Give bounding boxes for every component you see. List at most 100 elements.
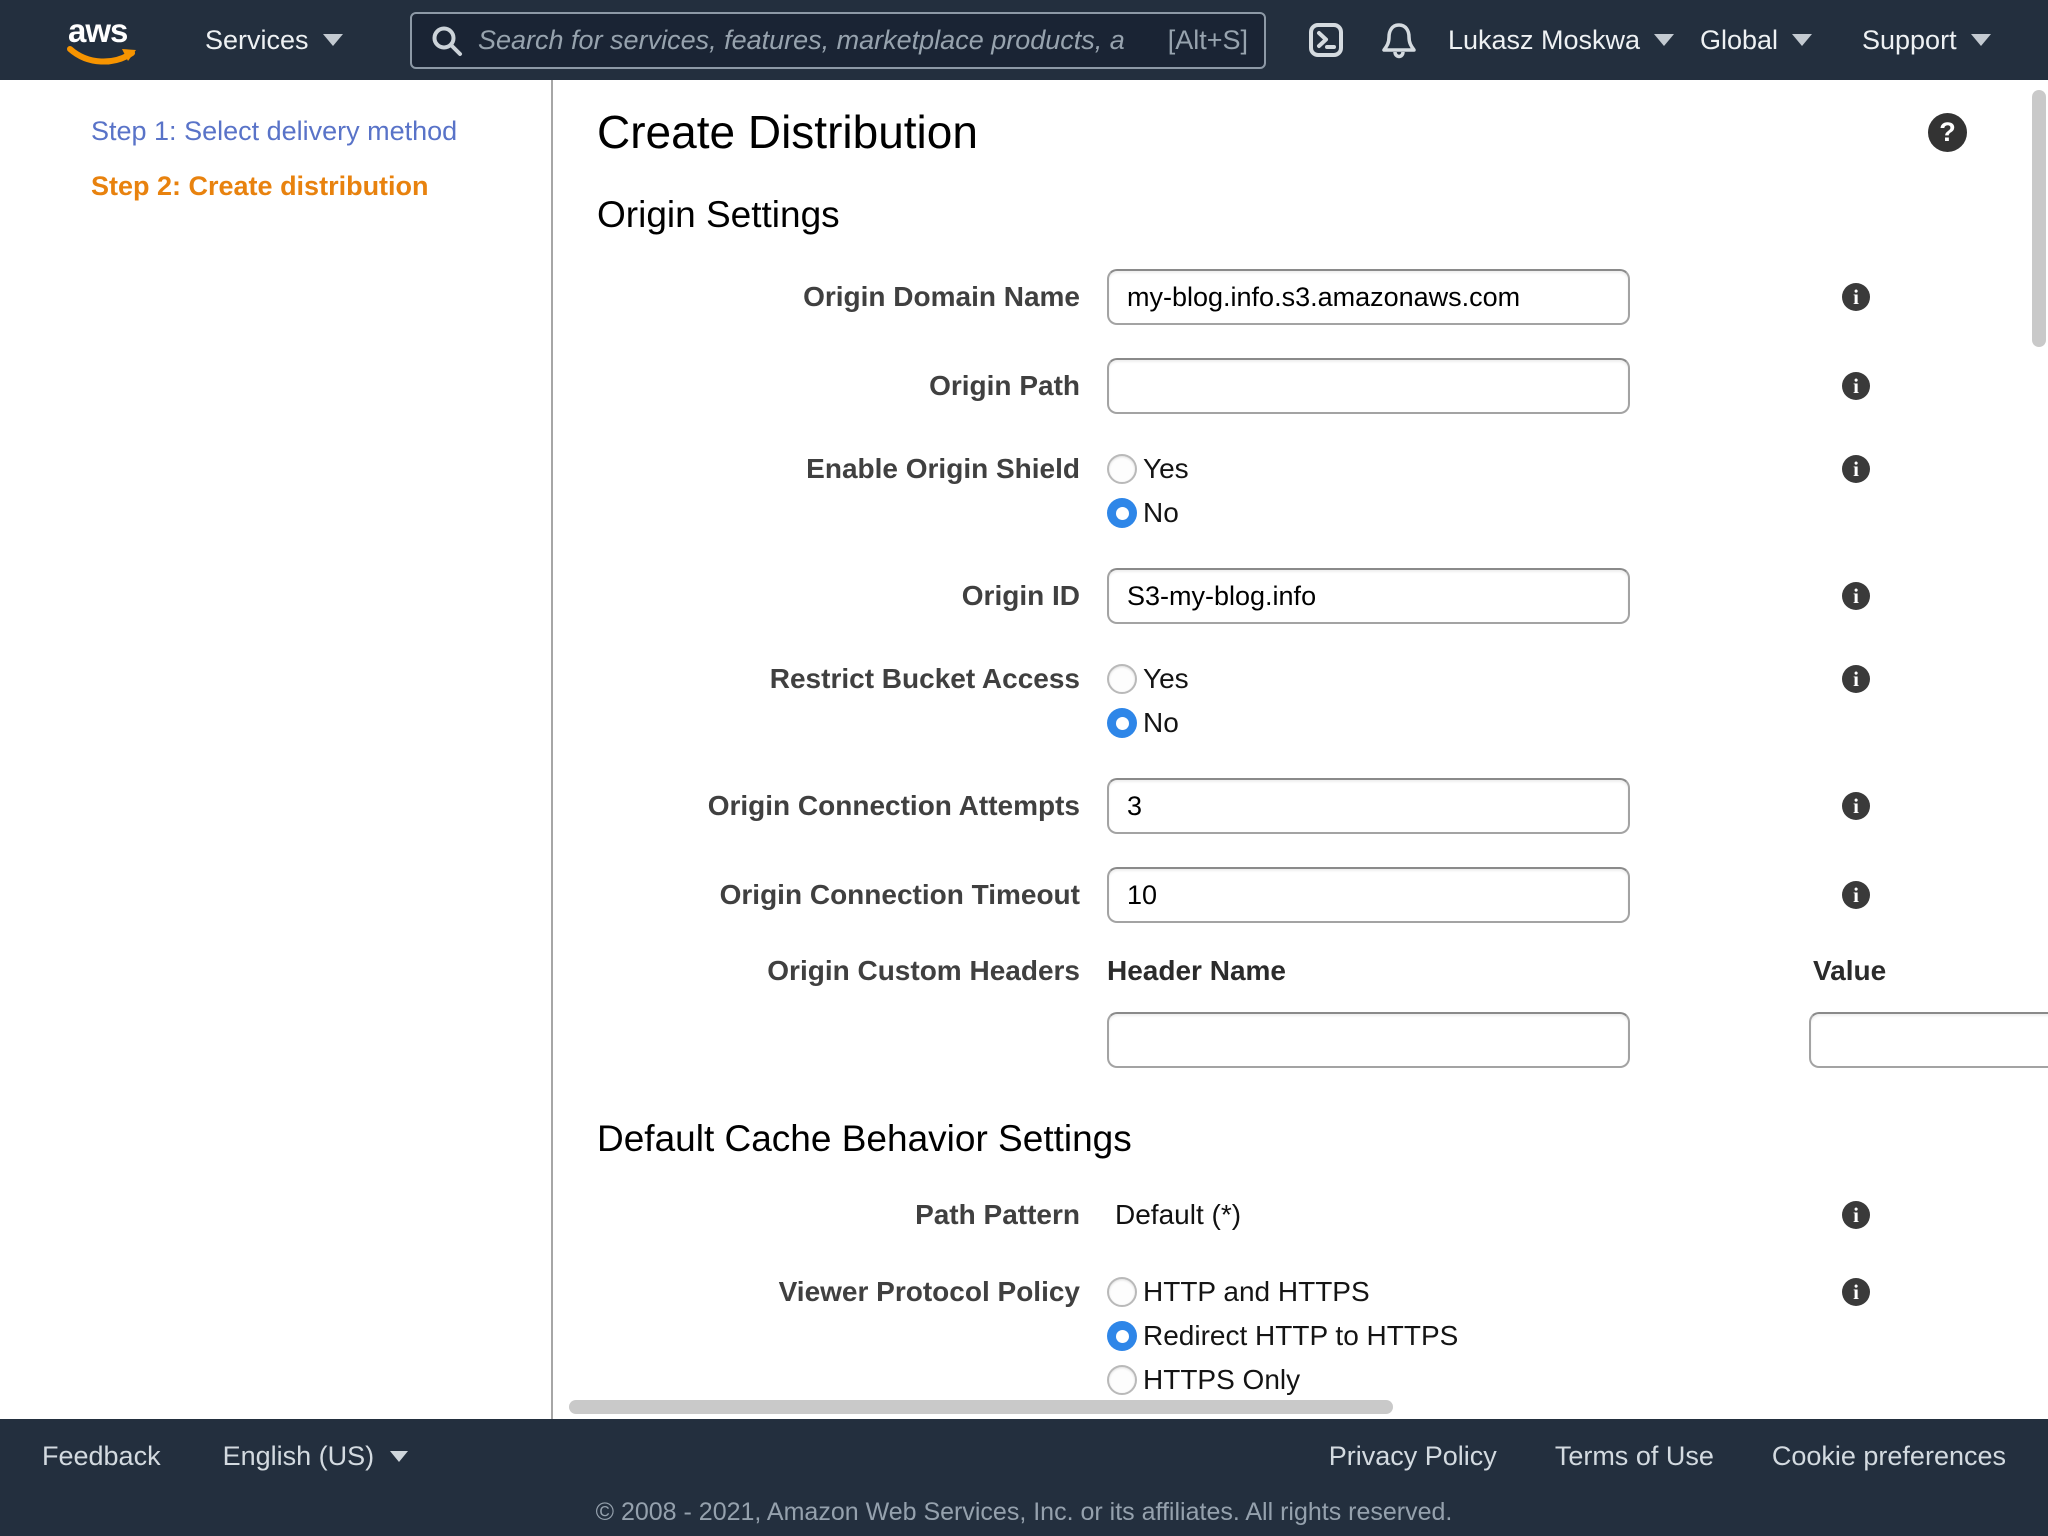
wizard-steps-sidebar: Step 1: Select delivery method Step 2: C… — [0, 80, 553, 1419]
header-name-column-label: Header Name — [1107, 956, 1286, 986]
radio-option-label: Yes — [1143, 663, 1189, 695]
copyright-text: © 2008 - 2021, Amazon Web Services, Inc.… — [0, 1498, 2048, 1527]
top-navbar: aws Services [Alt+S] Lukasz Moskwa — [0, 0, 2048, 80]
vertical-scrollbar-thumb[interactable] — [2032, 90, 2046, 347]
origin-id-input[interactable] — [1107, 568, 1630, 624]
radio-selected-icon[interactable] — [1107, 498, 1137, 528]
feedback-link[interactable]: Feedback — [42, 1441, 161, 1472]
info-icon[interactable]: i — [1842, 1201, 1870, 1229]
info-icon[interactable]: i — [1842, 1278, 1870, 1306]
restrict-bucket-access-option-no[interactable]: No — [1107, 701, 1815, 745]
region-menu-label: Global — [1700, 25, 1778, 56]
cookie-preferences-link[interactable]: Cookie preferences — [1772, 1441, 2006, 1472]
info-icon[interactable]: i — [1842, 665, 1870, 693]
aws-logo-icon: aws — [58, 11, 144, 69]
origin-path-input[interactable] — [1107, 358, 1630, 414]
viewer-protocol-policy-option-http-and-https[interactable]: HTTP and HTTPS — [1107, 1270, 1815, 1314]
cloudshell-button[interactable] — [1306, 0, 1346, 80]
form-row-origin-connection-timeout: Origin Connection Timeout i — [597, 867, 2048, 923]
radio-unselected-icon[interactable] — [1107, 454, 1137, 484]
info-icon[interactable]: i — [1842, 455, 1870, 483]
help-icon[interactable]: ? — [1928, 113, 1967, 152]
support-menu[interactable]: Support — [1862, 0, 1991, 80]
info-icon[interactable]: i — [1842, 792, 1870, 820]
terms-of-use-link[interactable]: Terms of Use — [1555, 1441, 1714, 1472]
create-distribution-form: ? Create Distribution Origin Settings Ori… — [553, 80, 2048, 1419]
page-title: Create Distribution — [597, 105, 2048, 159]
radio-option-label: HTTP and HTTPS — [1143, 1276, 1370, 1308]
global-search: [Alt+S] — [410, 12, 1266, 69]
privacy-policy-link[interactable]: Privacy Policy — [1329, 1441, 1497, 1472]
chevron-down-icon — [323, 34, 343, 46]
search-input[interactable] — [478, 25, 1154, 56]
field-label: Enable Origin Shield — [597, 447, 1080, 535]
origin-connection-timeout-input[interactable] — [1107, 867, 1630, 923]
search-icon — [430, 24, 464, 58]
form-row-path-pattern: Path Pattern Default (*) i — [597, 1193, 2048, 1237]
radio-unselected-icon[interactable] — [1107, 664, 1137, 694]
info-icon[interactable]: i — [1842, 881, 1870, 909]
radio-option-label: No — [1143, 497, 1179, 529]
info-icon[interactable]: i — [1842, 372, 1870, 400]
radio-unselected-icon[interactable] — [1107, 1365, 1137, 1395]
support-menu-label: Support — [1862, 25, 1957, 56]
form-row-origin-id: Origin ID i — [597, 568, 2048, 624]
origin-domain-name-input[interactable] — [1107, 269, 1630, 325]
form-row-origin-custom-headers: Origin Custom Headers Header Name Value — [597, 956, 2048, 1072]
form-row-viewer-protocol-policy: Viewer Protocol Policy HTTP and HTTPS Redi… — [597, 1270, 2048, 1402]
radio-unselected-icon[interactable] — [1107, 1277, 1137, 1307]
radio-selected-icon[interactable] — [1107, 708, 1137, 738]
path-pattern-value: Default (*) — [1107, 1193, 1815, 1237]
info-icon[interactable]: i — [1842, 283, 1870, 311]
origin-connection-attempts-input[interactable] — [1107, 778, 1630, 834]
horizontal-scrollbar-thumb[interactable] — [569, 1400, 1393, 1414]
section-title-default-cache-behavior-settings: Default Cache Behavior Settings — [597, 1116, 2048, 1162]
aws-logo[interactable]: aws — [58, 0, 144, 80]
radio-selected-icon[interactable] — [1107, 1321, 1137, 1351]
language-selector[interactable]: English (US) — [223, 1441, 409, 1472]
sidebar-step-2-current: Step 2: Create distribution — [91, 171, 551, 201]
field-label: Origin Domain Name — [597, 281, 1080, 313]
chevron-down-icon — [1971, 34, 1991, 46]
field-label: Origin Connection Attempts — [597, 790, 1080, 822]
chevron-down-icon — [1654, 34, 1674, 46]
restrict-bucket-access-option-yes[interactable]: Yes — [1107, 657, 1815, 701]
custom-header-name-input[interactable] — [1107, 1012, 1630, 1068]
field-label: Path Pattern — [597, 1199, 1080, 1231]
custom-header-value-input[interactable] — [1809, 1012, 2048, 1068]
form-row-origin-connection-attempts: Origin Connection Attempts i — [597, 778, 2048, 834]
chevron-down-icon — [390, 1451, 408, 1462]
value-column-label: Value — [1813, 956, 1886, 986]
radio-option-label: No — [1143, 707, 1179, 739]
form-row-origin-domain-name: Origin Domain Name i — [597, 269, 2048, 325]
account-menu[interactable]: Lukasz Moskwa — [1448, 0, 1674, 80]
enable-origin-shield-option-no[interactable]: No — [1107, 491, 1815, 535]
section-title-origin-settings: Origin Settings — [597, 192, 2048, 238]
region-menu[interactable]: Global — [1700, 0, 1812, 80]
sidebar-step-1[interactable]: Step 1: Select delivery method — [91, 116, 551, 146]
field-label: Origin Custom Headers — [597, 956, 1080, 1072]
account-menu-label: Lukasz Moskwa — [1448, 25, 1640, 56]
svg-text:aws: aws — [68, 12, 127, 49]
console-footer: Feedback English (US) Privacy Policy Ter… — [0, 1419, 2048, 1536]
field-label: Viewer Protocol Policy — [597, 1270, 1080, 1402]
services-menu[interactable]: Services — [205, 0, 343, 80]
radio-option-label: HTTPS Only — [1143, 1364, 1300, 1396]
radio-option-label: Redirect HTTP to HTTPS — [1143, 1320, 1458, 1352]
notifications-button[interactable] — [1378, 0, 1420, 80]
bell-icon — [1378, 19, 1420, 61]
field-label: Origin Path — [597, 370, 1080, 402]
field-label: Restrict Bucket Access — [597, 657, 1080, 745]
info-icon[interactable]: i — [1842, 582, 1870, 610]
field-label: Origin Connection Timeout — [597, 879, 1080, 911]
radio-option-label: Yes — [1143, 453, 1189, 485]
search-shortcut-hint: [Alt+S] — [1168, 25, 1248, 56]
form-row-restrict-bucket-access: Restrict Bucket Access Yes No i — [597, 657, 2048, 745]
viewer-protocol-policy-option-redirect-http-to-https[interactable]: Redirect HTTP to HTTPS — [1107, 1314, 1815, 1358]
field-label: Origin ID — [597, 580, 1080, 612]
viewer-protocol-policy-option-https-only[interactable]: HTTPS Only — [1107, 1358, 1815, 1402]
enable-origin-shield-option-yes[interactable]: Yes — [1107, 447, 1815, 491]
services-label: Services — [205, 25, 309, 56]
form-sections: Origin SettingsOrigin Domain NameiOrigin… — [597, 192, 2048, 1402]
cloudshell-terminal-icon — [1306, 20, 1346, 60]
